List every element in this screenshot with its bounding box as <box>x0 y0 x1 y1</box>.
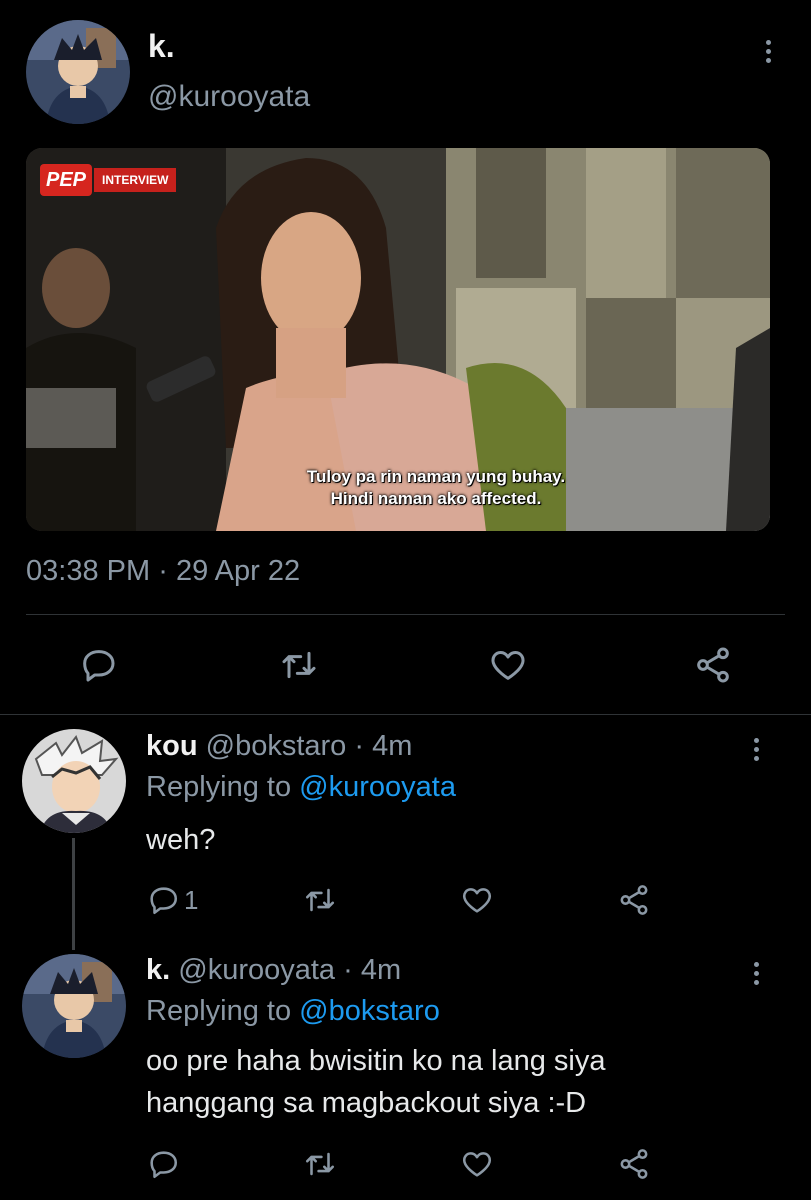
video-caption: Tuloy pa rin naman yung buhay. Hindi nam… <box>246 466 626 510</box>
reply-text-line-2: hanggang sa magbackout siya :-D <box>146 1087 587 1119</box>
like-button[interactable] <box>460 883 494 917</box>
tweet-media-image[interactable]: PEP INTERVIEW Tuloy pa rin naman yung bu… <box>26 148 770 531</box>
more-options-icon[interactable] <box>751 738 761 765</box>
replying-to: Replying to @bokstaro <box>146 995 440 1028</box>
reply-count: 1 <box>184 884 199 915</box>
author-avatar[interactable] <box>26 20 130 124</box>
author-handle[interactable]: @kurooyata <box>148 80 310 114</box>
reply-author-handle[interactable]: @bokstaro <box>206 730 347 762</box>
retweet-button[interactable] <box>278 645 320 685</box>
replying-to-link[interactable]: @bokstaro <box>299 995 440 1027</box>
reply-author-name[interactable]: k. <box>146 954 170 986</box>
share-button[interactable] <box>617 1147 651 1181</box>
pep-badge: PEP INTERVIEW <box>40 162 177 198</box>
tweet-date: 29 Apr 22 <box>175 555 301 587</box>
reply-text-line-1: oo pre haha bwisitin ko na lang siya <box>146 1045 606 1077</box>
share-icon <box>620 1149 648 1179</box>
share-icon <box>697 647 729 683</box>
reply-button[interactable] <box>78 645 118 685</box>
reply-text: weh? <box>146 824 216 856</box>
like-button[interactable] <box>488 645 528 685</box>
divider <box>26 614 785 615</box>
retweet-icon <box>305 1152 335 1176</box>
retweet-button[interactable] <box>302 883 338 917</box>
reply-avatar[interactable] <box>22 954 126 1058</box>
retweet-button[interactable] <box>302 1147 338 1181</box>
caption-line-2: Hindi naman ako affected. <box>330 489 542 508</box>
more-options-icon[interactable] <box>763 40 773 67</box>
thread-line <box>72 838 75 950</box>
interview-label: INTERVIEW <box>94 168 177 192</box>
retweet-icon <box>282 651 316 679</box>
reply-author-name[interactable]: kou <box>146 730 198 762</box>
reply-icon <box>150 1151 178 1179</box>
replying-prefix: Replying to <box>146 771 292 803</box>
reply-icon <box>150 887 178 915</box>
heart-icon <box>491 651 525 680</box>
timestamp-separator: · <box>158 555 168 587</box>
reply-age: 4m <box>360 954 402 986</box>
replying-to: Replying to @kurooyata <box>146 771 456 804</box>
tweet-time: 03:38 PM <box>26 555 151 587</box>
heart-icon <box>462 888 492 913</box>
replying-prefix: Replying to <box>146 995 292 1027</box>
divider <box>0 714 811 715</box>
retweet-icon <box>305 888 335 912</box>
like-button[interactable] <box>460 1147 494 1181</box>
reply-header: k. @kurooyata · 4m <box>146 954 401 987</box>
pep-logo: PEP <box>40 164 93 196</box>
caption-line-1: Tuloy pa rin naman yung buhay. <box>306 467 566 486</box>
heart-icon <box>462 1152 492 1177</box>
reply-author-handle[interactable]: @kurooyata <box>178 954 335 986</box>
reply-meta-separator: · <box>343 954 353 986</box>
reply-icon <box>83 650 115 682</box>
share-button[interactable] <box>617 883 651 917</box>
replying-to-link[interactable]: @kurooyata <box>299 771 456 803</box>
reply-button[interactable] <box>146 1147 180 1181</box>
tweet-timestamp[interactable]: 03:38 PM · 29 Apr 22 <box>26 555 300 588</box>
reply-age: 4m <box>372 730 413 762</box>
share-icon <box>620 885 648 915</box>
reply-avatar[interactable] <box>22 729 126 833</box>
author-name[interactable]: k. <box>148 28 175 65</box>
reply-header: kou @bokstaro · 4m <box>146 730 412 763</box>
reply-meta-separator: · <box>354 730 365 762</box>
more-options-icon[interactable] <box>751 962 761 989</box>
reply-button[interactable]: 1 <box>146 883 198 917</box>
share-button[interactable] <box>692 645 734 685</box>
